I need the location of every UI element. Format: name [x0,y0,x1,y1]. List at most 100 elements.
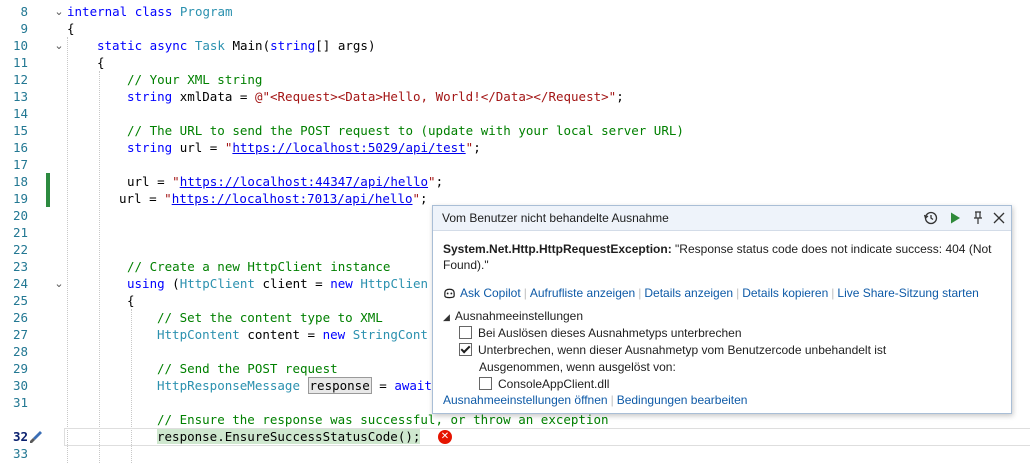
url-link[interactable]: https://localhost:44347/api/hello [180,174,428,189]
line-number: 31 [12,395,28,410]
module-label: ConsoleAppClient.dll [498,377,610,391]
edit-conditions-link[interactable]: Bedingungen bearbeiten [617,393,748,407]
brace: { [67,21,75,36]
option-label: Unterbrechen, wenn dieser Ausnahmetyp vo… [478,343,887,357]
code-line[interactable]: HttpResponseMessage response = await [157,377,432,394]
code-line[interactable]: url = "https://localhost:7013/api/hello"… [119,190,428,207]
separator: | [610,393,614,407]
popup-title: Vom Benutzer nicht behandelte Ausnahme [442,211,669,225]
indent-guide [67,37,68,463]
view-call-stack-link[interactable]: Aufrufliste anzeigen [530,286,635,300]
keyword: using [127,276,165,291]
code-line[interactable]: using (HttpClient client = new HttpClien [127,275,428,292]
exception-helper-popup[interactable]: Vom Benutzer nicht behandelte Ausnahme S… [432,205,1012,414]
code-line[interactable]: string xmlData = @"<Request><Data>Hello,… [127,88,624,105]
keyword: new [330,276,353,291]
pin-icon[interactable] [969,209,987,227]
comment: // The URL to send the POST request to (… [127,123,684,138]
break-when-unhandled-checkbox[interactable] [459,343,472,356]
collapse-triangle-icon[interactable]: ◢ [443,312,450,322]
comment: // Send the POST request [157,361,338,376]
code-line[interactable]: // Your XML string [127,71,262,88]
line-number: 30 [12,378,28,393]
code-text: content = [239,327,323,342]
comment: // Set the content type to XML [157,310,383,325]
line-number: 23 [12,259,28,274]
except-module-option[interactable]: ConsoleAppClient.dll [479,376,609,392]
open-exception-settings-link[interactable]: Ausnahmeeinstellungen öffnen [443,393,608,407]
continue-play-icon[interactable] [946,209,964,227]
close-icon[interactable] [990,209,1008,227]
option-label: Bei Auslösen dieses Ausnahmetyps unterbr… [478,326,742,340]
line-number: 17 [12,157,28,172]
separator: | [523,286,527,300]
code-line[interactable]: // Create a new HttpClient instance [127,258,390,275]
break-when-unhandled-option[interactable]: Unterbrechen, wenn dieser Ausnahmetyp vo… [459,342,886,358]
code-line-current[interactable]: response.EnsureSuccessStatusCode(); [157,428,421,445]
break-when-thrown-checkbox[interactable] [459,326,472,339]
line-number: 24 [12,276,28,291]
fold-chevron-icon[interactable]: ⌄ [54,275,64,292]
code-line[interactable]: // Send the POST request [157,360,338,377]
url-link[interactable]: https://localhost:5029/api/test [232,140,465,155]
history-icon[interactable] [922,209,940,227]
type-name: HttpClient [179,276,255,291]
brace: { [97,55,105,70]
brace: { [127,293,135,308]
string-quote: " [412,191,421,206]
code-line[interactable]: static async Task Main(string[] args) [97,37,376,54]
type-name: Task [194,38,225,53]
error-x-icon[interactable]: ✕ [438,430,452,444]
break-when-thrown-option[interactable]: Bei Auslösen dieses Ausnahmetyps unterbr… [459,325,742,341]
line-number: 29 [12,361,28,376]
separator: | [831,286,835,300]
keyword: await [394,378,432,393]
keyword: internal class [67,4,173,19]
code-line[interactable]: { [67,20,75,37]
code-text: = [371,378,395,393]
code-text: url = [119,191,165,206]
line-number: 15 [12,123,28,138]
exception-settings-header[interactable]: ◢ Ausnahmeeinstellungen [443,308,583,324]
code-line[interactable]: internal class Program [67,3,233,20]
start-live-share-link[interactable]: Live Share-Sitzung starten [837,286,978,300]
settings-header-label: Ausnahmeeinstellungen [454,309,584,323]
type-name: HttpContent [157,327,240,342]
type-name: Program [179,4,233,19]
code-text: ; [473,140,481,155]
reference-highlight[interactable]: response [307,377,372,394]
except-when-thrown-label: Ausgenommen, wenn ausgelöst von: [479,360,676,374]
code-text: ; [616,89,624,104]
code-text: [] args) [315,38,376,53]
code-line[interactable]: string url = "https://localhost:5029/api… [127,139,481,156]
string-quote: " [172,174,180,189]
comment: // Your XML string [127,72,263,87]
code-text: url = [127,174,173,189]
line-number: 18 [12,174,28,189]
settings-links: Ausnahmeeinstellungen öffnen | Bedingungen… [443,393,747,407]
ask-copilot-link[interactable]: Ask Copilot [460,286,521,300]
string-quote: " [164,191,172,206]
comment: // Create a new HttpClient instance [127,259,391,274]
indent-guide [99,71,100,463]
fold-chevron-icon[interactable]: ⌄ [54,37,64,54]
fold-chevron-icon[interactable]: ⌄ [54,3,64,20]
code-text: ; [435,174,444,189]
code-line[interactable]: // The URL to send the POST request to (… [127,122,684,139]
code-line[interactable]: HttpContent content = new StringCont [157,326,428,343]
code-line[interactable]: url = "https://localhost:44347/api/hello… [127,173,443,190]
copy-details-link[interactable]: Details kopieren [742,286,828,300]
url-link[interactable]: https://localhost:7013/api/hello [172,191,413,206]
code-line[interactable]: // Set the content type to XML [157,309,383,326]
except-module-checkbox[interactable] [479,377,492,390]
quick-actions-brush-icon[interactable] [28,429,44,445]
code-line[interactable]: { [127,292,135,309]
line-number: 26 [12,310,28,325]
separator: | [736,286,740,300]
view-details-link[interactable]: Details anzeigen [644,286,733,300]
popup-header: Vom Benutzer nicht behandelte Ausnahme [433,206,1011,231]
action-links: Ask Copilot | Aufrufliste anzeigen | Details… [443,286,979,300]
line-number: 22 [12,242,28,257]
code-line[interactable]: { [97,54,105,71]
code-text: ( [164,276,180,291]
